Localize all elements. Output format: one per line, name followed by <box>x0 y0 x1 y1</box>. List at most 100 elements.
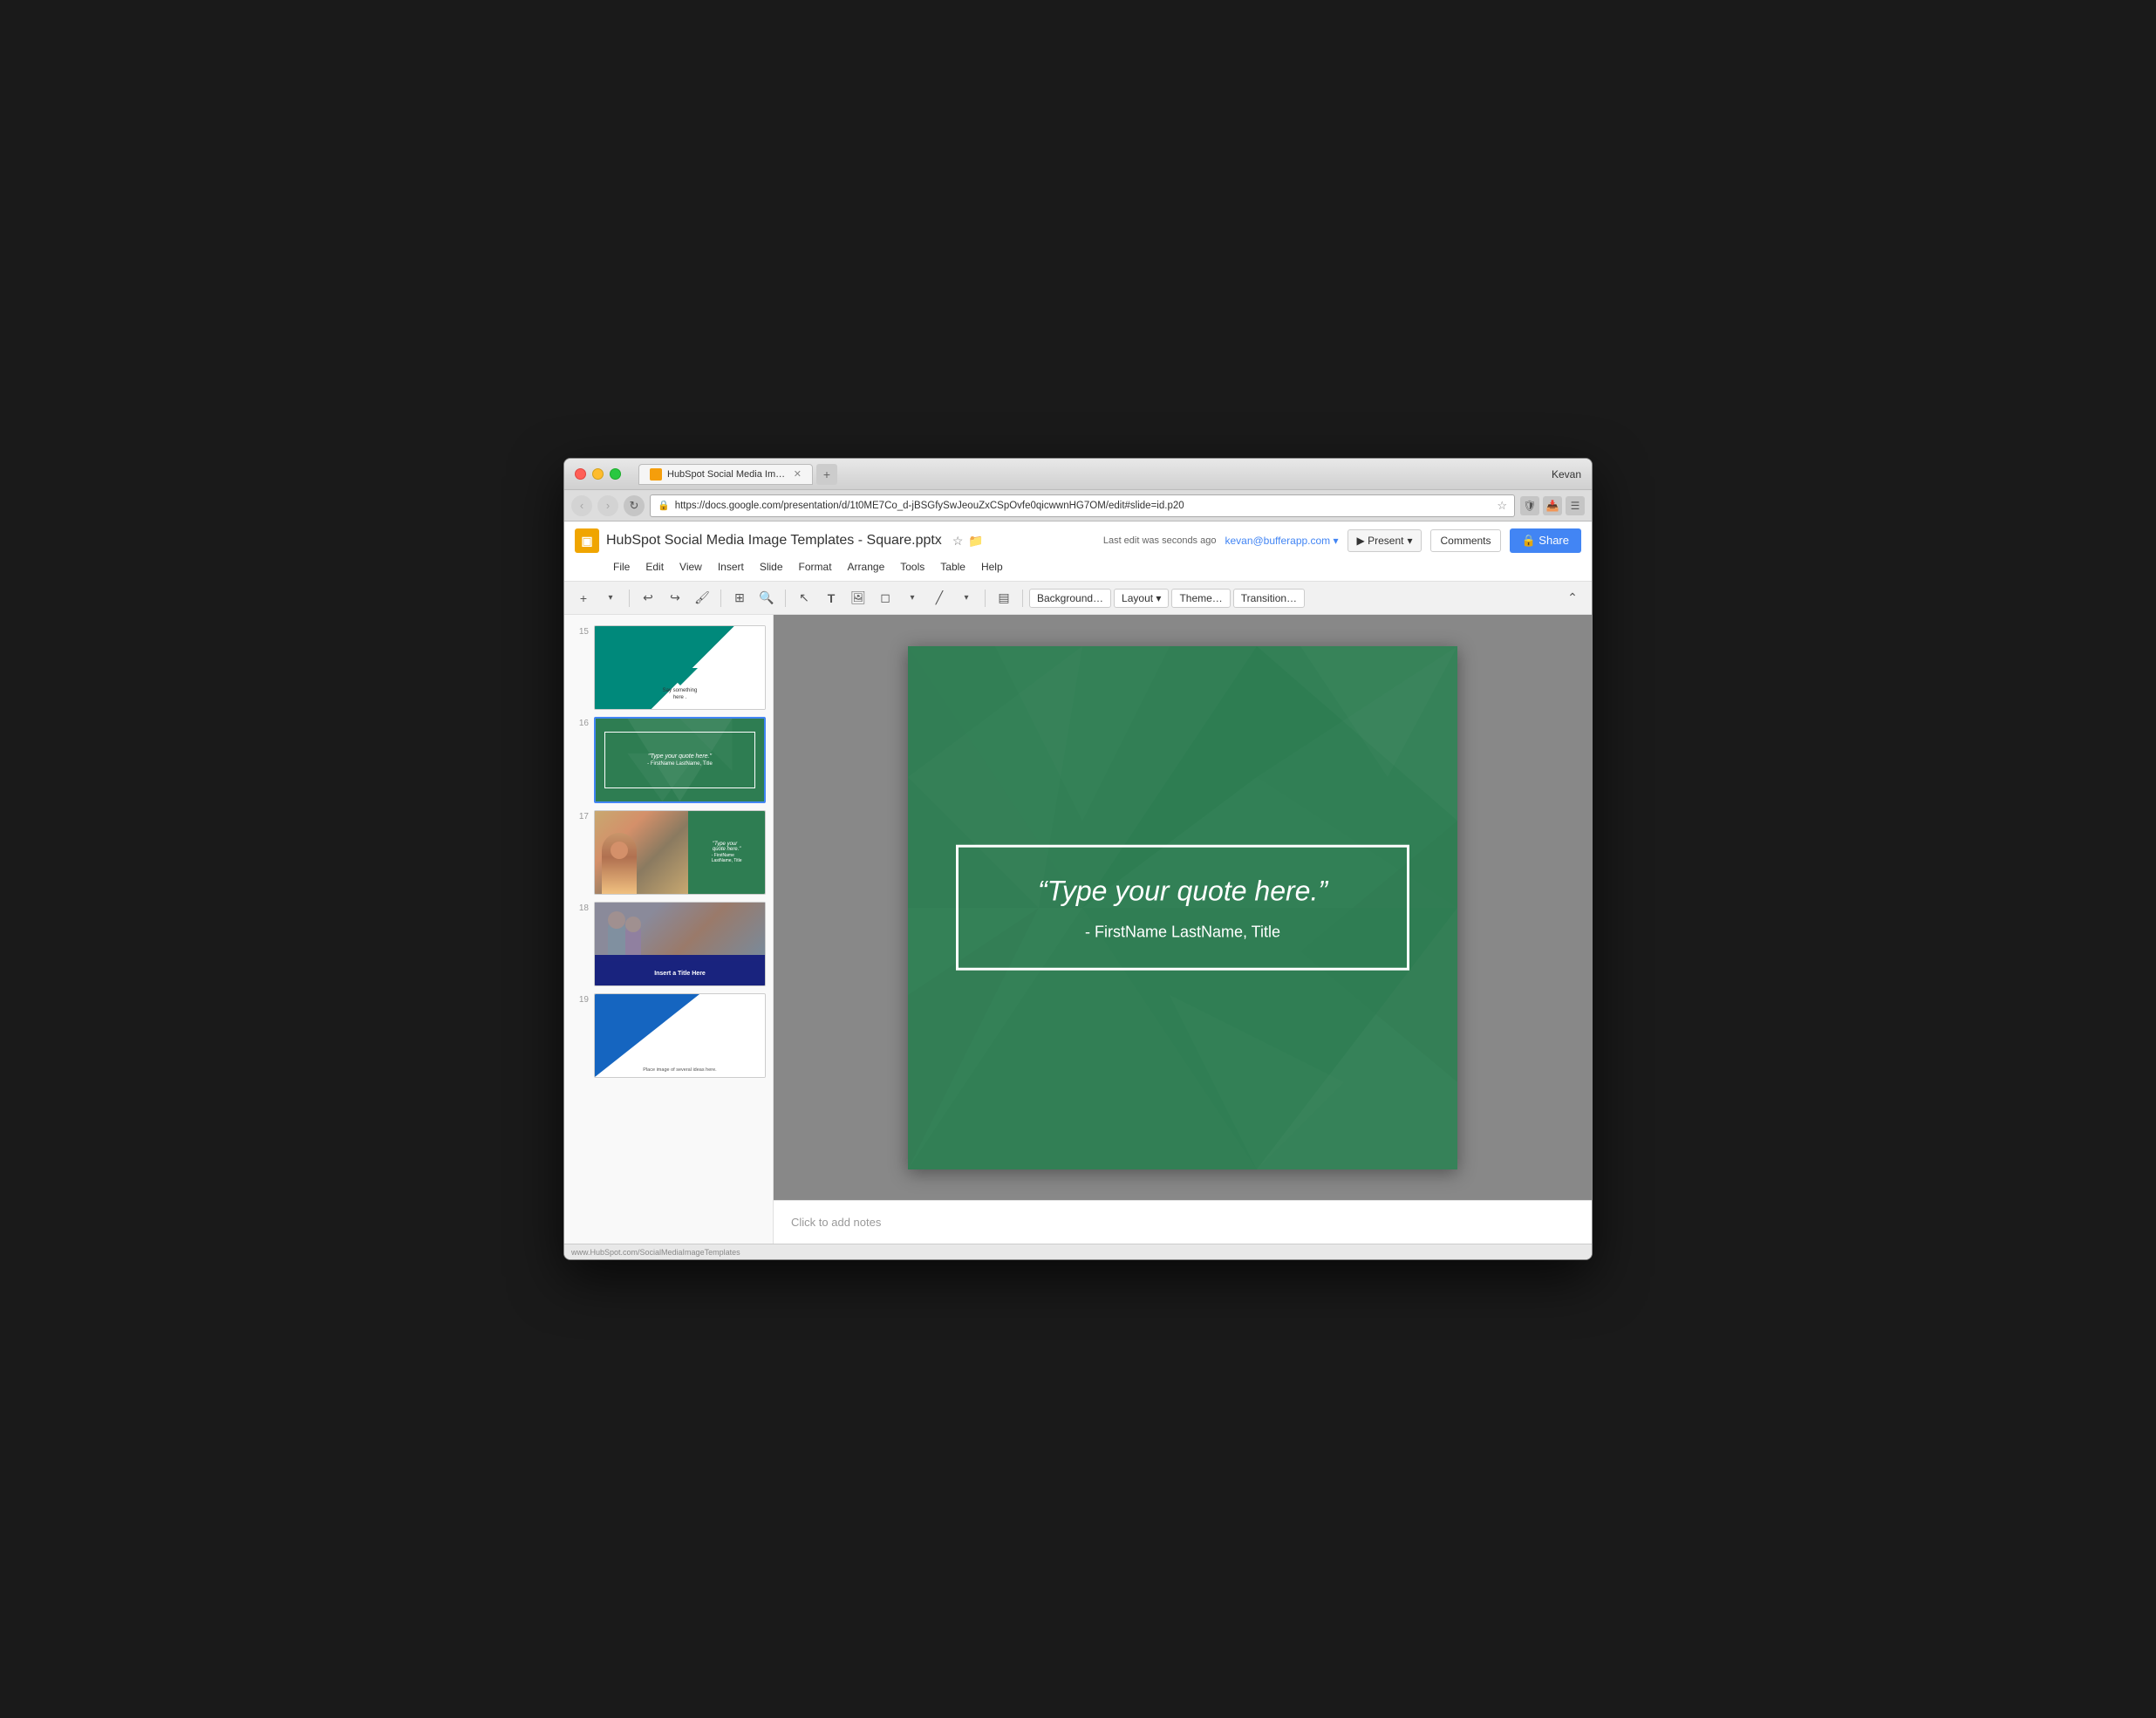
menu-format[interactable]: Format <box>792 558 839 576</box>
comments-button[interactable]: Comments <box>1430 529 1500 552</box>
lock-icon: 🔒 <box>658 500 670 511</box>
image-button[interactable]: 🖼 <box>846 586 870 610</box>
shape-dropdown[interactable]: ▾ <box>900 586 924 610</box>
slide-thumb-16[interactable]: "Type your quote here." - FirstName Last… <box>594 717 766 803</box>
slide-19-text: Place image of several ideas here. <box>599 1067 761 1073</box>
addon-icon-2[interactable]: 📥 <box>1543 496 1562 515</box>
quote-attribution: - FirstName LastName, Title <box>993 924 1372 942</box>
menu-slide[interactable]: Slide <box>753 558 790 576</box>
slide-thumb-18[interactable]: Insert a Title Here <box>594 902 766 986</box>
toolbar-sep-4 <box>985 590 986 607</box>
status-bar: www.HubSpot.com/SocialMediaImageTemplate… <box>564 1244 1592 1259</box>
text-button[interactable]: T <box>819 586 843 610</box>
line-button[interactable]: ╱ <box>927 586 952 610</box>
status-url: www.HubSpot.com/SocialMediaImageTemplate… <box>571 1248 740 1257</box>
line-dropdown[interactable]: ▾ <box>954 586 979 610</box>
menu-file[interactable]: File <box>606 558 637 576</box>
zoom-fit-button[interactable]: ⊞ <box>727 586 752 610</box>
toolbar-sep-3 <box>785 590 786 607</box>
last-edit-text: Last edit was seconds ago <box>1103 535 1217 546</box>
slides-doc-title[interactable]: HubSpot Social Media Image Templates - S… <box>606 533 942 549</box>
zoom-button[interactable]: 🔍 <box>754 586 779 610</box>
menu-view[interactable]: View <box>672 558 709 576</box>
slide-panel[interactable]: 15 Say somethinghere . 16 <box>564 615 774 1244</box>
addon-icon-3[interactable]: ☰ <box>1566 496 1585 515</box>
slide-canvas-wrapper[interactable]: “Type your quote here.” - FirstName Last… <box>774 615 1592 1200</box>
paint-format-button[interactable]: 🖌 <box>690 586 714 610</box>
slide-item-18[interactable]: 18 Insert a Title Here <box>564 898 773 990</box>
slide-16-attr: - FirstName LastName, Title <box>647 761 713 767</box>
menu-bar: File Edit View Insert Slide Format Arran… <box>575 556 1581 581</box>
share-button[interactable]: 🔒 Share <box>1510 528 1582 553</box>
slide-17-text: "Type yourquote here." - FirstNameLastNa… <box>688 811 765 894</box>
slide-thumb-19[interactable]: Place image of several ideas here. <box>594 993 766 1078</box>
forward-button[interactable]: › <box>597 495 618 516</box>
slide-number-19: 19 <box>571 993 589 1005</box>
notes-area[interactable]: Click to add notes <box>774 1200 1592 1244</box>
background-button[interactable]: Background… <box>1029 589 1111 608</box>
address-bar[interactable]: 🔒 https://docs.google.com/presentation/d… <box>650 494 1515 517</box>
menu-help[interactable]: Help <box>974 558 1010 576</box>
star-icon[interactable]: ☆ <box>952 534 964 549</box>
slide-number-15: 15 <box>571 625 589 637</box>
traffic-lights <box>575 468 621 480</box>
add-dropdown-button[interactable]: ▾ <box>598 586 623 610</box>
present-button[interactable]: ▶ Present ▾ <box>1348 529 1423 552</box>
tab-title: HubSpot Social Media Ima… <box>667 469 788 480</box>
slide-item-15[interactable]: 15 Say somethinghere . <box>564 622 773 713</box>
close-button[interactable] <box>575 468 586 480</box>
canvas-area: “Type your quote here.” - FirstName Last… <box>774 615 1592 1244</box>
bookmark-icon[interactable]: ☆ <box>1497 499 1507 513</box>
slide-item-17[interactable]: 17 "Type yourquote here." - FirstNameLas… <box>564 807 773 898</box>
slide-16-quote: "Type your quote here." <box>648 753 712 760</box>
toolbar-sep-5 <box>1022 590 1023 607</box>
menu-edit[interactable]: Edit <box>638 558 671 576</box>
new-tab-button[interactable]: + <box>816 464 837 485</box>
shape-button[interactable]: ◻ <box>873 586 897 610</box>
folder-icon[interactable]: 📁 <box>968 534 983 549</box>
addon-icon-1[interactable]: 🛡 <box>1520 496 1539 515</box>
toolbar-sep-1 <box>629 590 630 607</box>
slide-16-content: "Type your quote here." - FirstName Last… <box>604 732 755 788</box>
user-account[interactable]: kevan@bufferapp.com ▾ <box>1225 535 1338 547</box>
tab-close-icon[interactable]: ✕ <box>794 468 802 480</box>
slide-18-photo <box>595 903 765 955</box>
menu-table[interactable]: Table <box>933 558 972 576</box>
undo-button[interactable]: ↩ <box>636 586 660 610</box>
notes-placeholder[interactable]: Click to add notes <box>791 1216 881 1229</box>
slides-right-controls: Last edit was seconds ago kevan@bufferap… <box>1103 528 1581 553</box>
menu-arrange[interactable]: Arrange <box>841 558 892 576</box>
toolbar-sep-2 <box>720 590 721 607</box>
quote-text: “Type your quote here.” <box>993 873 1372 910</box>
select-button[interactable]: ↖ <box>792 586 816 610</box>
theme-button[interactable]: Theme… <box>1171 589 1230 608</box>
slide-item-19[interactable]: 19 Place image of several ideas here. <box>564 990 773 1081</box>
back-button[interactable]: ‹ <box>571 495 592 516</box>
maximize-button[interactable] <box>610 468 621 480</box>
active-slide-canvas[interactable]: “Type your quote here.” - FirstName Last… <box>908 646 1457 1169</box>
add-button[interactable]: + <box>571 586 596 610</box>
reload-button[interactable]: ↻ <box>624 495 645 516</box>
transition-button[interactable]: Transition… <box>1233 589 1305 608</box>
browser-tab[interactable]: HubSpot Social Media Ima… ✕ <box>638 464 813 485</box>
url-text: https://docs.google.com/presentation/d/1… <box>675 501 1492 511</box>
address-bar-row: ‹ › ↻ 🔒 https://docs.google.com/presenta… <box>564 490 1592 522</box>
tab-bar: HubSpot Social Media Ima… ✕ + <box>638 464 1543 485</box>
browser-window: HubSpot Social Media Ima… ✕ + Kevan ‹ › … <box>563 458 1593 1260</box>
slide-thumb-17[interactable]: "Type yourquote here." - FirstNameLastNa… <box>594 810 766 895</box>
slide-item-16[interactable]: 16 "Type your quote here." - Firs <box>564 713 773 807</box>
text-box-button[interactable]: ▤ <box>992 586 1016 610</box>
slides-title-row: ▣ HubSpot Social Media Image Templates -… <box>575 528 1581 553</box>
menu-tools[interactable]: Tools <box>893 558 931 576</box>
present-dropdown-icon: ▾ <box>1407 535 1412 547</box>
collapse-toolbar-button[interactable]: ⌃ <box>1560 586 1585 610</box>
redo-button[interactable]: ↪ <box>663 586 687 610</box>
slide-19-triangle <box>595 994 699 1077</box>
menu-insert[interactable]: Insert <box>711 558 751 576</box>
browser-user: Kevan <box>1552 468 1581 481</box>
minimize-button[interactable] <box>592 468 604 480</box>
slide-17-photo <box>595 811 688 894</box>
quote-box[interactable]: “Type your quote here.” - FirstName Last… <box>956 844 1409 971</box>
layout-button[interactable]: Layout ▾ <box>1114 589 1169 608</box>
slide-thumb-15[interactable]: Say somethinghere . <box>594 625 766 710</box>
